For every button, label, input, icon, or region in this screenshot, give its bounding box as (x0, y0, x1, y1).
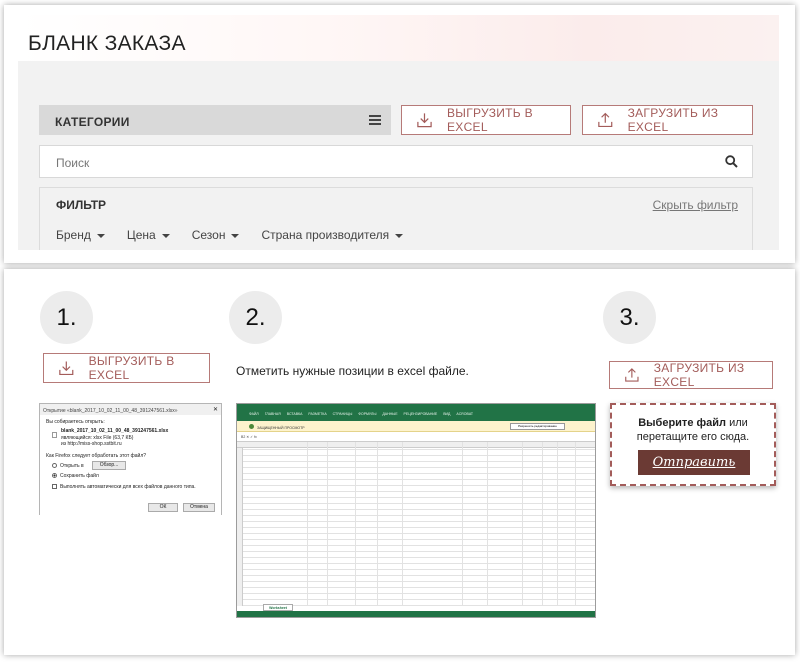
save-file-radio: Сохранить файл (52, 473, 99, 479)
filter-country-dropdown[interactable]: Страна производителя (261, 228, 403, 242)
row-headers (237, 448, 243, 606)
filter-season-dropdown[interactable]: Сезон (192, 228, 240, 242)
export-excel-button[interactable]: ВЫГРУЗИТЬ В EXCEL (401, 105, 571, 135)
excel-status-bar (237, 611, 595, 617)
filter-title: ФИЛЬТР (56, 198, 107, 212)
categories-label: КАТЕГОРИИ (55, 115, 130, 129)
page-title: БЛАНК ЗАКАЗА (28, 32, 186, 55)
search-input[interactable]: Поиск (39, 145, 753, 178)
search-icon[interactable] (725, 155, 738, 168)
step-export-label: ВЫГРУЗИТЬ В EXCEL (88, 354, 175, 382)
browse-button: Обзор... (92, 461, 126, 470)
export-excel-label: ВЫГРУЗИТЬ В EXCEL (446, 106, 533, 134)
shield-icon (249, 424, 254, 429)
upload-icon (625, 368, 639, 382)
submit-button[interactable]: Отправить (638, 450, 750, 475)
file-icon (52, 432, 57, 438)
auto-checkbox: Выполнять автоматически для всех файлов … (52, 484, 196, 490)
enable-editing-button: Разрешить редактирование (510, 423, 565, 430)
step-export-excel-button[interactable]: ВЫГРУЗИТЬ В EXCEL (43, 353, 210, 383)
dropzone-choose: Выберите файл (638, 417, 726, 429)
cancel-button: Отмена (183, 503, 215, 512)
step-import-excel-button[interactable]: ЗАГРУЗИТЬ ИЗ EXCEL (609, 361, 773, 389)
hide-filter-link[interactable]: Скрыть фильтр (653, 198, 738, 212)
filter-brand-dropdown[interactable]: Бренд (56, 228, 105, 242)
dialog-filename: blank_2017_10_02_11_00_48_391247561.xlsx (61, 428, 169, 434)
file-dropzone[interactable]: Выберите файл или перетащите его сюда. О… (610, 403, 776, 486)
dialog-from: из http://miss-shop.sstbit.ru (61, 441, 122, 447)
instructions-panel: 1. 2. 3. ВЫГРУЗИТЬ В EXCEL Отметить нужн… (4, 269, 795, 655)
menu-icon (369, 115, 381, 125)
sheet-tab: Worksheet (263, 604, 293, 611)
download-dialog-screenshot: Открытие «blank_2017_10_02_11_00_48_3912… (39, 403, 222, 515)
order-form-panel: БЛАНК ЗАКАЗА КАТЕГОРИИ ВЫГРУЗИТЬ В EXCEL… (4, 5, 795, 263)
step-1-badge: 1. (40, 291, 93, 344)
formula-bar: B2 ✕ ✓ fx (237, 433, 595, 442)
dialog-question: Как Firefox следует обработать этот файл… (46, 453, 147, 459)
filter-price-dropdown[interactable]: Цена (127, 228, 170, 242)
page-header: БЛАНК ЗАКАЗА (18, 15, 779, 61)
step-2-badge: 2. (229, 291, 282, 344)
step-3-badge: 3. (603, 291, 656, 344)
import-excel-button[interactable]: ЗАГРУЗИТЬ ИЗ EXCEL (582, 105, 753, 135)
step-import-label: ЗАГРУЗИТЬ ИЗ EXCEL (653, 361, 745, 389)
categories-button[interactable]: КАТЕГОРИИ (39, 105, 391, 135)
dropzone-drag-text: перетащите его сюда. (636, 431, 750, 443)
import-excel-label: ЗАГРУЗИТЬ ИЗ EXCEL (627, 106, 719, 134)
dropzone-or: или (729, 417, 748, 429)
search-placeholder: Поиск (56, 156, 90, 170)
dialog-title: Открытие «blank_2017_10_02_11_00_48_3912… (43, 408, 178, 414)
excel-tabs: ФАЙЛ ГЛАВНАЯ ВСТАВКА РАЗМЕТКА СТРАНИЦЫ Ф… (237, 412, 595, 421)
step-2-instruction: Отметить нужные позиции в excel файле. (236, 364, 469, 378)
close-icon: ✕ (212, 407, 218, 413)
download-icon (59, 361, 74, 376)
open-with-radio: Открыть в (52, 463, 84, 469)
upload-icon (598, 112, 613, 128)
excel-screenshot: ФАЙЛ ГЛАВНАЯ ВСТАВКА РАЗМЕТКА СТРАНИЦЫ Ф… (236, 403, 596, 618)
download-icon (417, 113, 432, 128)
filter-section: ФИЛЬТР Скрыть фильтр Бренд Цена Сезон Ст… (39, 187, 753, 250)
ok-button: ОК (148, 503, 178, 512)
catalog-panel: КАТЕГОРИИ ВЫГРУЗИТЬ В EXCEL ЗАГРУЗИТЬ ИЗ… (18, 61, 779, 250)
dialog-opening: Вы собираетесь открыть: (46, 419, 105, 425)
